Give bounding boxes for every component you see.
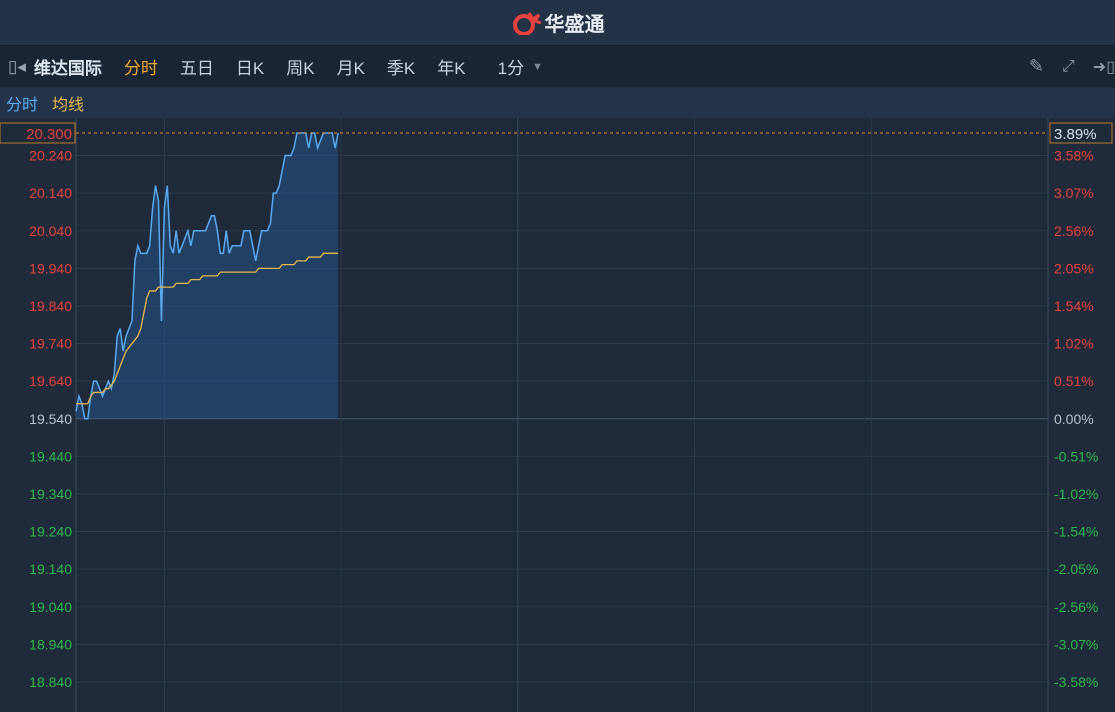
tab-five-day[interactable]: 五日 — [180, 54, 214, 79]
pencil-icon[interactable]: ✎ — [1029, 56, 1044, 77]
chevron-down-icon[interactable]: ▼ — [532, 61, 543, 73]
fullscreen-icon[interactable]: ⤢ — [1062, 58, 1075, 76]
y-tick-price: 19.840 — [29, 298, 72, 314]
y-tick-price: 19.740 — [29, 336, 72, 352]
y-tick-percent: -2.56% — [1054, 599, 1098, 615]
y-tick-price: 19.040 — [29, 599, 72, 615]
y-tick-price: 19.140 — [29, 561, 72, 577]
y-tick-percent: -3.58% — [1054, 674, 1098, 690]
tab-yearly-k[interactable]: 年K — [437, 54, 465, 79]
y-tick-price: 19.940 — [29, 260, 72, 276]
y-tick-price: 18.940 — [29, 636, 72, 652]
y-tick-percent: 3.07% — [1054, 185, 1094, 201]
y-tick-percent: 2.05% — [1054, 260, 1094, 276]
huashengtong-logo-icon — [512, 11, 541, 35]
y-tick-percent: 1.02% — [1054, 336, 1094, 352]
y-tick-price: 19.540 — [29, 411, 72, 427]
stock-name: 维达国际 — [33, 59, 102, 78]
collapse-left-icon[interactable]: ▯◂ — [8, 57, 26, 77]
y-tick-percent: 0.00% — [1054, 411, 1094, 427]
y-tick-percent: 3.58% — [1054, 148, 1094, 164]
y-tick-price: 18.840 — [29, 674, 72, 690]
tab-intraday[interactable]: 分时 — [124, 54, 158, 79]
legend-bar: 分时 均线 — [0, 88, 1115, 118]
brand-logo: 华盛通 — [511, 8, 605, 37]
tab-quarterly-k[interactable]: 季K — [387, 54, 415, 79]
collapse-right-icon[interactable]: ➜▯ — [1093, 57, 1115, 77]
tab-weekly-k[interactable]: 周K — [286, 54, 314, 79]
y-tick-percent: -3.07% — [1054, 636, 1098, 652]
y-tick-percent: -0.51% — [1054, 448, 1098, 464]
intraday-chart[interactable]: 20.240 3.58% 20.140 3.07% 20.040 2.56% 19.940 2… — [0, 118, 1115, 712]
legend-price: 分时 — [6, 97, 39, 114]
y-tick-percent: -1.02% — [1054, 486, 1098, 502]
brand-name: 华盛通 — [544, 14, 605, 36]
current-percent-label: 3.89% — [1054, 126, 1097, 143]
y-tick-percent: 1.54% — [1054, 298, 1094, 314]
y-tick-percent: -2.05% — [1054, 561, 1098, 577]
y-tick-percent: 0.51% — [1054, 373, 1094, 389]
interval-select[interactable]: 1分 — [498, 54, 524, 79]
y-tick-price: 19.340 — [29, 486, 72, 502]
y-tick-percent: 2.56% — [1054, 223, 1094, 239]
y-tick-price: 19.440 — [29, 448, 72, 464]
app-header: 华盛通 — [0, 0, 1115, 46]
legend-average: 均线 — [52, 97, 85, 114]
toolbar-tools: ✎ ⤢ ➜▯ — [1029, 56, 1115, 77]
y-tick-price: 20.040 — [29, 223, 72, 239]
y-tick-price: 19.240 — [29, 524, 72, 540]
y-tick-price: 20.140 — [29, 185, 72, 201]
y-tick-percent: -1.54% — [1054, 524, 1098, 540]
y-tick-price: 19.640 — [29, 373, 72, 389]
chart-toolbar: ▯◂ 维达国际 分时 五日 日K 周K 月K 季K 年K 1分 ▼ — [0, 46, 1115, 87]
tab-daily-k[interactable]: 日K — [236, 54, 264, 79]
tab-monthly-k[interactable]: 月K — [337, 54, 365, 79]
y-tick-price: 20.240 — [29, 148, 72, 164]
current-price-label: 20.300 — [26, 126, 72, 143]
